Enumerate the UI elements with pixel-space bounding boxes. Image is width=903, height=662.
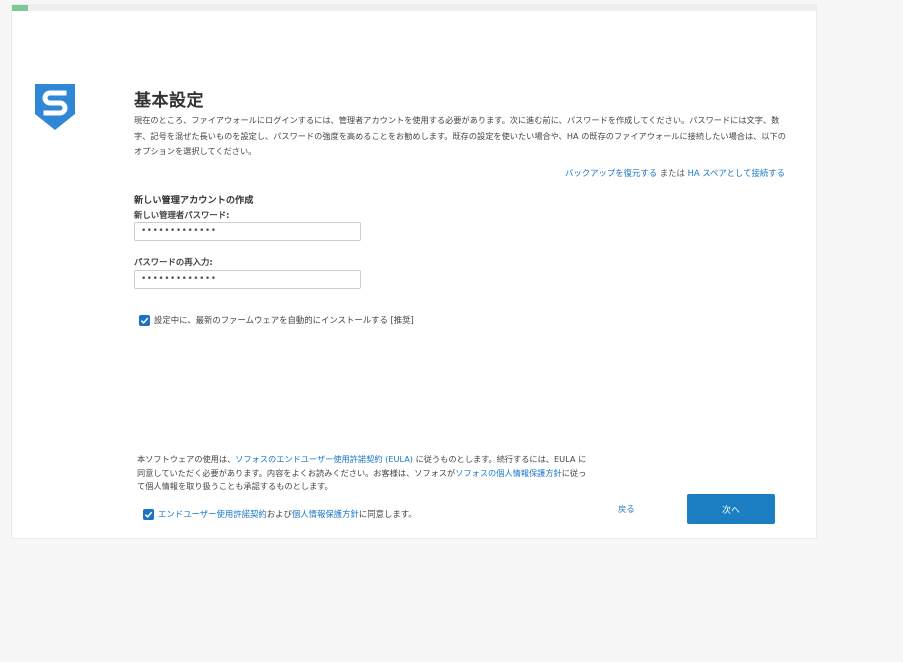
restore-options: バックアップを復元する または HA スペアとして接続する <box>565 167 785 179</box>
agree-label: エンドユーザー使用許諾契約および個人情報保護方針に同意します。 <box>158 508 417 520</box>
checkmark-icon <box>144 511 153 518</box>
progress-track <box>12 5 816 11</box>
firmware-label: 設定中に、最新のファームウェアを自動的にインストールする [推奨] <box>154 315 414 325</box>
firmware-checkbox[interactable] <box>139 315 150 326</box>
agree-privacy-link[interactable]: 個人情報保護方針 <box>292 509 359 519</box>
privacy-policy-link[interactable]: ソフォスの個人情報保護方針 <box>455 468 561 478</box>
password-label: 新しい管理者パスワード: <box>134 210 230 220</box>
eula-text-part1: 本ソフトウェアの使用は、 <box>137 454 236 464</box>
intro-text: 現在のところ、ファイアウォールにログインするには、管理者アカウントを使用する必要… <box>134 115 786 156</box>
agree-checkbox[interactable] <box>143 509 154 520</box>
password-field[interactable]: ••••••••••••• <box>134 222 361 241</box>
sophos-logo-icon <box>35 84 75 130</box>
account-heading: 新しい管理アカウントの作成 <box>134 195 254 206</box>
agree-eula-link[interactable]: エンドユーザー使用許諾契約 <box>158 509 267 519</box>
ha-spare-link[interactable]: HA スペアとして接続する <box>688 168 785 178</box>
restore-or-text: または <box>657 168 688 178</box>
reenter-password-label: パスワードの再入力: <box>134 257 213 267</box>
agree-suffix-text: に同意します。 <box>358 509 417 519</box>
back-button[interactable]: 戻る <box>618 503 635 515</box>
checkmark-icon <box>140 317 149 324</box>
setup-card: 基本設定 現在のところ、ファイアウォールにログインするには、管理者アカウントを使… <box>11 4 817 539</box>
page-title: 基本設定 <box>134 91 204 111</box>
progress-fill <box>12 5 29 11</box>
eula-text: 本ソフトウェアの使用は、ソフォスのエンドユーザー使用許諾契約 (EULA) に従… <box>137 453 587 494</box>
restore-backup-link[interactable]: バックアップを復元する <box>565 168 657 178</box>
next-button[interactable]: 次へ <box>687 494 775 524</box>
reenter-password-field[interactable]: ••••••••••••• <box>134 270 361 289</box>
agree-and-text: および <box>266 509 292 519</box>
eula-link[interactable]: ソフォスのエンドユーザー使用許諾契約 (EULA) <box>235 454 413 464</box>
